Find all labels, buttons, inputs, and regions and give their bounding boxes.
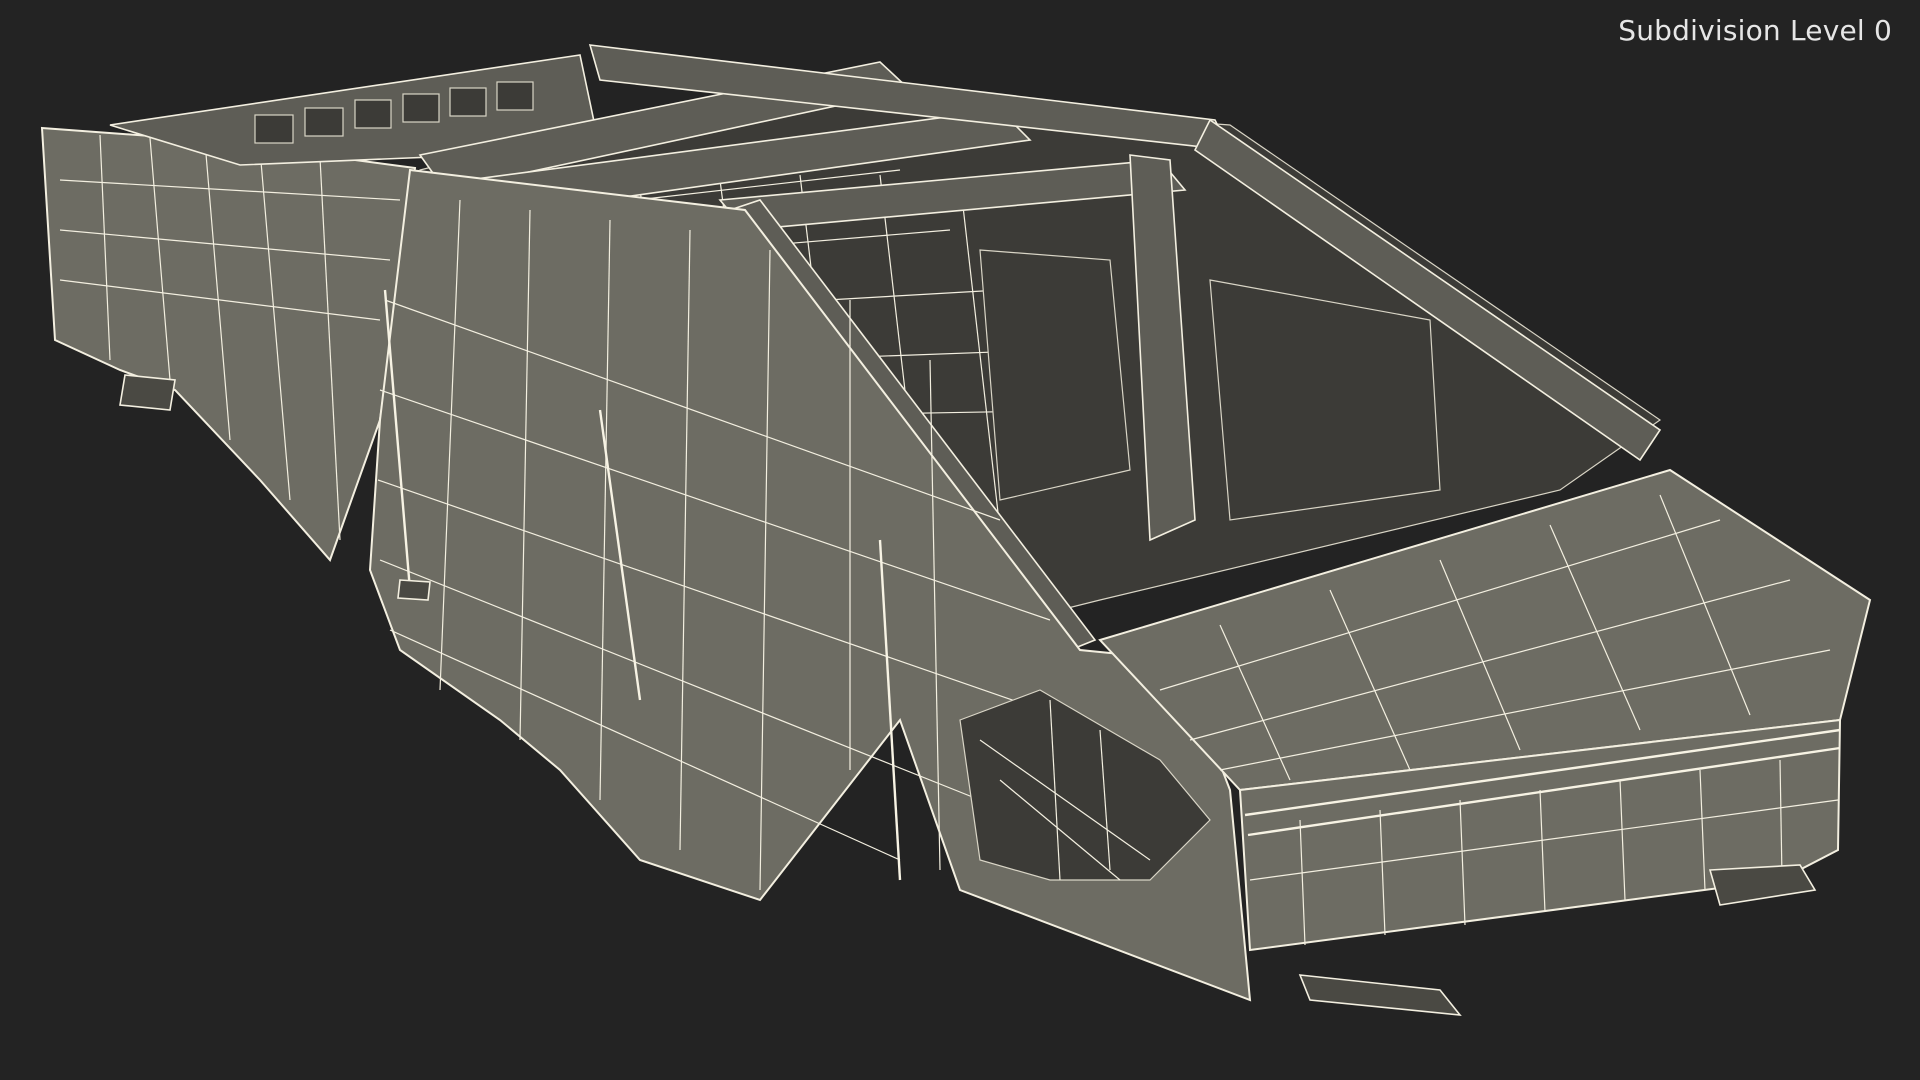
front-door-window-opening — [1209, 279, 1441, 521]
wireframe-vehicle-body-render — [40, 44, 1872, 1016]
side-mount-bracket — [397, 579, 431, 601]
render-viewport: Subdivision Level 0 — [0, 0, 1920, 1080]
rear-bed-side-panel — [40, 126, 417, 562]
subdivision-level-label: Subdivision Level 0 — [1618, 14, 1892, 47]
rear-mount-bracket — [119, 374, 176, 411]
rear-door-window-opening — [979, 249, 1131, 501]
front-mount-bracket-bottom — [1298, 974, 1462, 1016]
front-mount-bracket-right — [1708, 864, 1817, 906]
